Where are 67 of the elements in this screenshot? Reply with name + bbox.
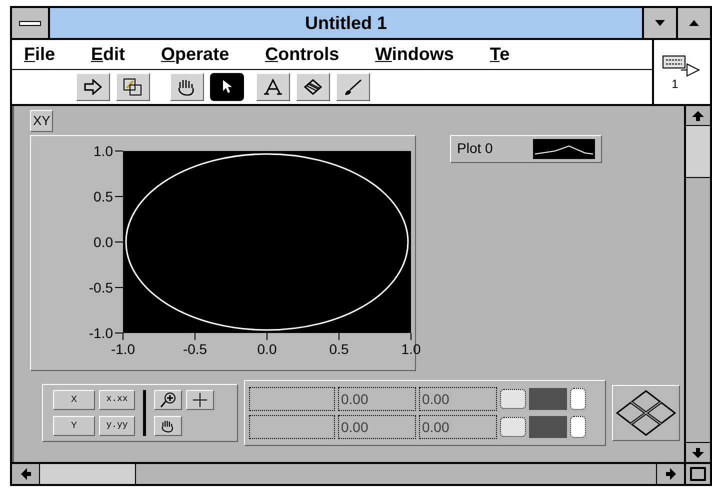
cursor-style-swatch[interactable] bbox=[500, 388, 526, 408]
x-scale-button[interactable]: X bbox=[53, 390, 95, 410]
left-arrow-icon bbox=[20, 468, 30, 480]
scroll-thumb[interactable] bbox=[40, 464, 136, 484]
y-format-button[interactable]: y.yy bbox=[99, 416, 135, 436]
tool-button[interactable] bbox=[116, 72, 150, 101]
cursor-name-field[interactable] bbox=[249, 386, 335, 410]
system-menu-button[interactable] bbox=[12, 8, 50, 38]
tool-button[interactable] bbox=[170, 72, 204, 101]
tool-button[interactable] bbox=[296, 72, 330, 101]
menu-item[interactable]: File bbox=[24, 45, 56, 64]
menu-item[interactable]: Controls bbox=[265, 45, 340, 64]
plot-legend[interactable]: Plot 0 bbox=[450, 134, 602, 162]
x-axis-label: -0.5 bbox=[182, 340, 208, 356]
cursor-y-field[interactable]: 0.00 bbox=[419, 414, 497, 438]
y-scale-button[interactable]: Y bbox=[53, 416, 95, 436]
pan-button[interactable] bbox=[154, 416, 182, 436]
cursor-button[interactable] bbox=[186, 390, 214, 410]
cursor-color-swatch[interactable] bbox=[529, 416, 567, 438]
graph-label: XY bbox=[30, 110, 54, 132]
vertical-scrollbar[interactable] bbox=[684, 106, 710, 462]
pane-number: 1 bbox=[672, 78, 678, 90]
x-axis-label: 1.0 bbox=[401, 340, 421, 356]
y-axis-label: 0.5 bbox=[94, 188, 113, 204]
zoom-button[interactable] bbox=[154, 390, 182, 410]
cursor-name-field[interactable] bbox=[249, 414, 335, 438]
line-sample-icon bbox=[533, 138, 595, 158]
x-axis-label: 0.5 bbox=[329, 340, 349, 356]
pointer-icon bbox=[222, 80, 232, 94]
up-triangle-icon bbox=[689, 20, 699, 26]
cursor-x-field[interactable]: 0.00 bbox=[338, 386, 416, 410]
tool-button[interactable] bbox=[76, 72, 110, 101]
right-arrow-icon bbox=[666, 468, 676, 480]
legend-name: Plot 0 bbox=[457, 139, 493, 158]
menu-item[interactable]: Windows bbox=[375, 45, 454, 64]
pencil-page-icon bbox=[122, 78, 144, 96]
scroll-thumb[interactable] bbox=[686, 126, 710, 178]
run-arrow-icon bbox=[82, 78, 104, 95]
letter-tool-icon bbox=[262, 78, 284, 96]
cursor-style-swatch[interactable] bbox=[500, 416, 526, 436]
x-format-button[interactable]: x.xx bbox=[99, 390, 135, 410]
x-axis-label: -1.0 bbox=[110, 340, 136, 356]
y-axis-label: 1.0 bbox=[94, 142, 113, 158]
menu-item[interactable]: Operate bbox=[161, 45, 230, 64]
cursor-y-field[interactable]: 0.00 bbox=[419, 386, 497, 410]
minimize-button[interactable] bbox=[642, 8, 676, 38]
down-triangle-icon bbox=[655, 20, 665, 26]
plus-icon bbox=[193, 392, 207, 406]
up-arrow-icon bbox=[692, 110, 704, 120]
tool-button[interactable] bbox=[210, 72, 244, 101]
menu-item[interactable]: Te bbox=[490, 45, 510, 64]
tool-button[interactable] bbox=[256, 72, 290, 101]
x-axis-label: 0.0 bbox=[257, 340, 277, 356]
menu-item[interactable]: Edit bbox=[91, 45, 126, 64]
cursor-color-swatch[interactable] bbox=[529, 388, 567, 410]
y-axis-label: 0.0 bbox=[94, 234, 113, 250]
window-title: Untitled 1 bbox=[304, 12, 388, 35]
y-axis-label: -1.0 bbox=[88, 324, 113, 340]
cursor-move-button[interactable] bbox=[612, 384, 680, 440]
maximize-button[interactable] bbox=[676, 8, 710, 38]
connector-pane[interactable]: 1 bbox=[652, 40, 710, 104]
cursor-x-field[interactable]: 0.00 bbox=[338, 414, 416, 438]
brush-icon bbox=[342, 78, 364, 96]
y-axis-label: -0.5 bbox=[88, 279, 113, 295]
magnifier-icon bbox=[159, 392, 177, 408]
tool-button[interactable] bbox=[336, 72, 370, 101]
down-arrow-icon bbox=[692, 448, 704, 458]
